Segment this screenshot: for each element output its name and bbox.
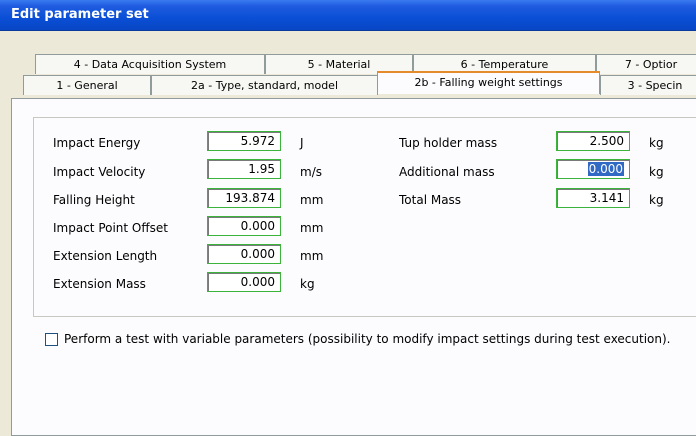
tab-data-acquisition[interactable]: 4 - Data Acquisition System <box>35 54 265 74</box>
tup-holder-mass-field[interactable]: 2.500 <box>556 131 630 151</box>
window-title: Edit parameter set <box>11 7 149 22</box>
falling-height-field[interactable]: 193.874 <box>207 188 281 208</box>
tab-type-standard-model[interactable]: 2a - Type, standard, model <box>151 75 378 95</box>
falling-height-label: Falling Height <box>53 193 135 207</box>
additional-mass-unit: kg <box>649 165 664 179</box>
extension-length-field[interactable]: 0.000 <box>207 244 281 264</box>
tup-holder-mass-unit: kg <box>649 136 664 150</box>
additional-mass-field[interactable]: 0.000 <box>556 159 630 179</box>
impact-velocity-field[interactable]: 1.95 <box>207 159 281 179</box>
extension-mass-unit: kg <box>300 277 315 291</box>
tab-specimen[interactable]: 3 - Specin <box>600 75 696 95</box>
tab-general[interactable]: 1 - General <box>23 75 151 95</box>
total-mass-label: Total Mass <box>399 193 462 207</box>
impact-energy-unit: J <box>300 136 304 150</box>
impact-velocity-label: Impact Velocity <box>53 165 146 179</box>
impact-point-offset-unit: mm <box>300 221 324 235</box>
tab-row-front: 1 - General 2a - Type, standard, model 2… <box>0 71 696 96</box>
variable-parameters-label: Perform a test with variable parameters … <box>64 332 671 346</box>
title-bar: Edit parameter set <box>0 0 696 31</box>
impact-energy-field[interactable]: 5.972 <box>207 131 281 151</box>
additional-mass-label: Additional mass <box>399 165 495 179</box>
extension-length-unit: mm <box>300 249 324 263</box>
tab-falling-weight-settings[interactable]: 2b - Falling weight settings <box>377 71 600 94</box>
impact-energy-label: Impact Energy <box>53 136 141 150</box>
impact-point-offset-field[interactable]: 0.000 <box>207 216 281 236</box>
variable-parameters-checkbox[interactable] <box>45 333 58 346</box>
total-mass-unit: kg <box>649 193 664 207</box>
extension-mass-field[interactable]: 0.000 <box>207 272 281 292</box>
falling-height-unit: mm <box>300 193 324 207</box>
impact-point-offset-label: Impact Point Offset <box>53 221 168 235</box>
extension-length-label: Extension Length <box>53 249 158 263</box>
total-mass-field[interactable]: 3.141 <box>556 188 630 208</box>
impact-velocity-unit: m/s <box>300 165 322 179</box>
tup-holder-mass-label: Tup holder mass <box>399 136 498 150</box>
tab-options[interactable]: 7 - Optior <box>596 54 696 74</box>
extension-mass-label: Extension Mass <box>53 277 146 291</box>
